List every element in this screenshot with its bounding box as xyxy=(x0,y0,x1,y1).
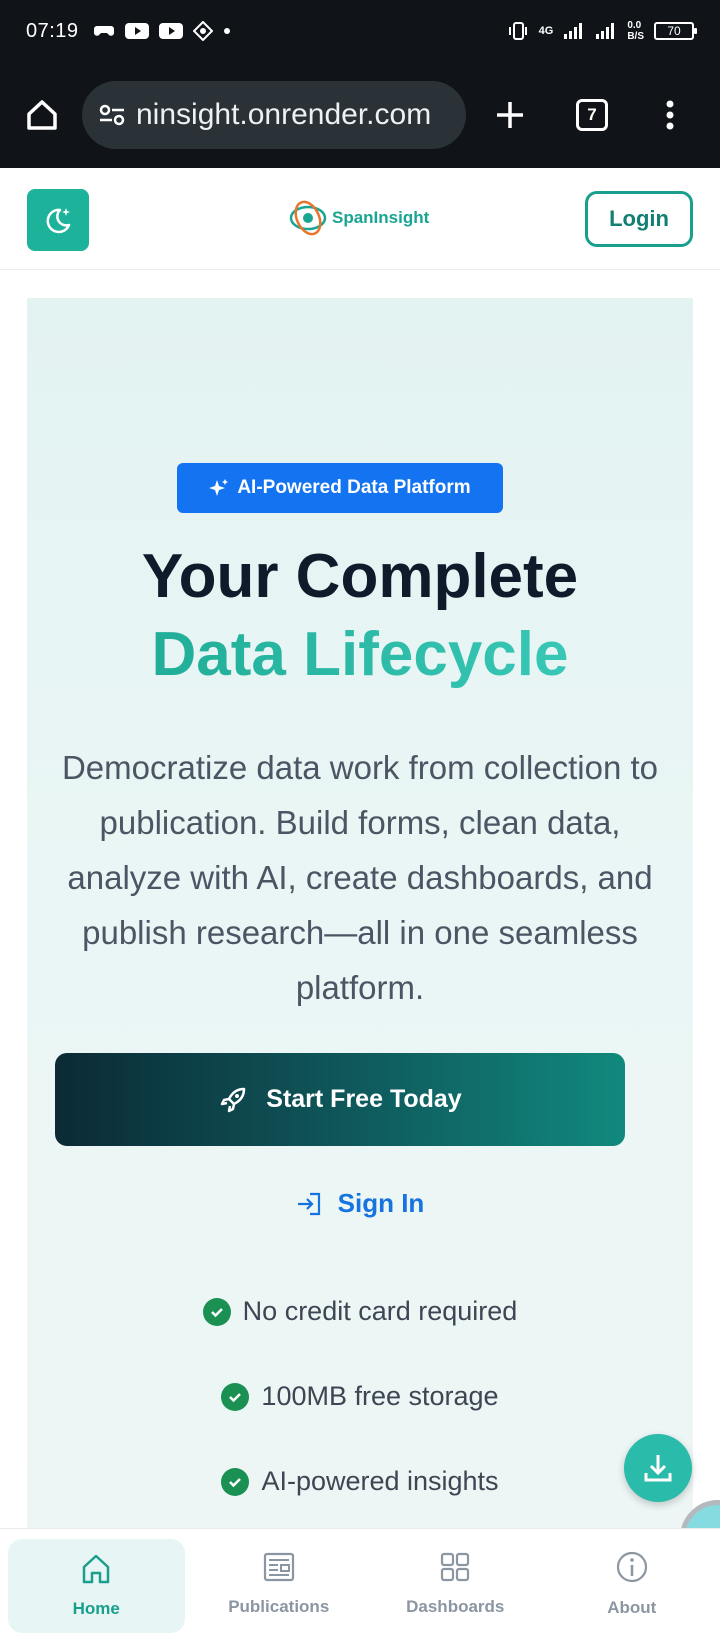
check-circle-icon xyxy=(221,1467,250,1496)
net-speed: 0.0 B/S xyxy=(627,20,644,42)
home-icon xyxy=(83,1554,110,1584)
moon-stars-icon xyxy=(46,208,71,234)
ai-badge: AI-Powered Data Platform xyxy=(177,463,503,513)
brand-logo[interactable]: SpanInsight xyxy=(288,198,429,238)
plus-icon xyxy=(497,102,523,128)
tab-switcher-button[interactable]: 7 xyxy=(562,85,622,145)
hero-section: AI-Powered Data Platform Your Complete D… xyxy=(27,298,693,1528)
nav-publications-label: Publications xyxy=(228,1597,330,1616)
feature-text: AI-powered insights xyxy=(261,1466,499,1496)
browser-menu-button[interactable] xyxy=(640,85,700,145)
feature-text: 100MB free storage xyxy=(261,1381,499,1411)
new-tab-button[interactable] xyxy=(480,85,540,145)
notification-icons xyxy=(93,21,231,41)
network-label: 4G xyxy=(538,25,554,37)
nav-home[interactable]: Home xyxy=(8,1539,185,1633)
youtube-icon xyxy=(158,23,183,39)
net-speed-value: 0.0 xyxy=(627,20,642,31)
theme-toggle-button[interactable] xyxy=(27,189,89,251)
logo-text: SpanInsight xyxy=(332,208,430,227)
system-icons: 4G 0.0 B/S 70 xyxy=(507,20,697,42)
install-app-button[interactable] xyxy=(624,1434,692,1502)
hero-title-line2: Data Lifecycle xyxy=(27,616,693,694)
info-icon xyxy=(616,1551,647,1583)
more-vert-icon xyxy=(666,100,674,130)
hero-title-line1: Your Complete xyxy=(141,542,579,611)
newspaper-icon xyxy=(263,1552,294,1582)
nav-publications[interactable]: Publications xyxy=(191,1529,368,1639)
badge-text: AI-Powered Data Platform xyxy=(237,477,471,498)
feature-text: No credit card required xyxy=(242,1296,518,1326)
signal-icon xyxy=(596,23,615,39)
browser-toolbar: ninsight.onrender.com 7 xyxy=(0,62,720,168)
bottom-navigation: Home Publications Dashboards About xyxy=(0,1528,720,1639)
vpn-icon xyxy=(192,21,213,41)
download-icon xyxy=(644,1455,672,1482)
signal-icon xyxy=(564,23,583,39)
status-time: 07:19 xyxy=(26,19,79,42)
feature-item: No credit card required xyxy=(27,1296,693,1327)
logo-icon xyxy=(289,200,327,236)
nav-about-label: About xyxy=(607,1598,657,1617)
feature-item: 100MB free storage xyxy=(27,1381,693,1412)
login-button[interactable]: Login xyxy=(585,191,693,247)
nav-dashboards-label: Dashboards xyxy=(406,1597,505,1616)
youtube-icon xyxy=(124,23,149,39)
app-header: SpanInsight Login xyxy=(0,168,720,270)
feature-item: AI-powered insights xyxy=(27,1466,693,1497)
start-free-button[interactable]: Start Free Today xyxy=(55,1053,625,1146)
battery-indicator: 70 xyxy=(654,22,697,40)
url-text: ninsight.onrender.com xyxy=(136,98,432,131)
grid-icon xyxy=(441,1552,470,1582)
nav-about[interactable]: About xyxy=(544,1529,720,1639)
sign-in-link[interactable]: Sign In xyxy=(27,1188,693,1219)
sign-in-icon xyxy=(297,1192,320,1215)
sparkles-icon xyxy=(209,479,229,496)
status-bar: 07:19 4G 0.0 B/S 70 xyxy=(0,0,720,62)
rocket-icon xyxy=(221,1087,246,1112)
home-button[interactable] xyxy=(14,87,70,143)
site-settings-icon[interactable] xyxy=(98,103,128,127)
hero-description: Democratize data work from collection to… xyxy=(61,749,659,1006)
dot-icon xyxy=(223,28,230,34)
nav-home-label: Home xyxy=(72,1599,120,1618)
check-circle-icon xyxy=(221,1382,250,1411)
start-free-label: Start Free Today xyxy=(266,1085,462,1113)
net-speed-unit: B/S xyxy=(627,31,644,42)
address-bar[interactable]: ninsight.onrender.com xyxy=(82,81,466,149)
game-icon xyxy=(93,26,114,36)
home-icon xyxy=(27,100,57,130)
vibrate-icon xyxy=(508,22,527,40)
tab-count: 7 xyxy=(576,99,608,131)
sign-in-label: Sign In xyxy=(337,1188,425,1218)
check-circle-icon xyxy=(202,1297,231,1326)
nav-dashboards[interactable]: Dashboards xyxy=(367,1529,544,1639)
